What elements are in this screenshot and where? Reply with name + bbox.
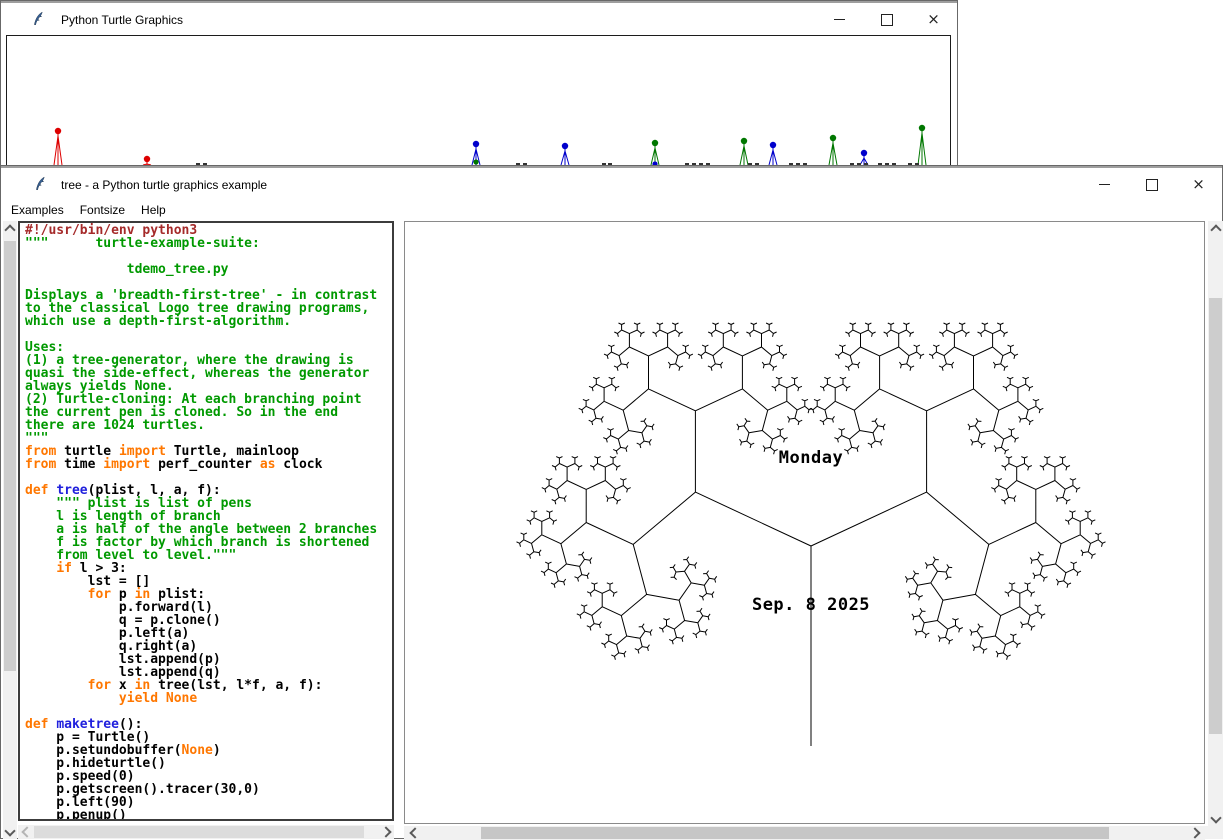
chevron-left-icon [409,827,420,838]
scrollbar-corner [1205,826,1223,839]
chevron-right-icon [380,826,391,837]
fg-titlebar[interactable]: tree - a Python turtle graphics example … [1,168,1222,201]
scroll-down-arrow[interactable] [3,825,17,839]
turtle-canvas: Monday Sep. 8 2025 [405,222,1204,823]
panel-sash[interactable] [394,221,404,824]
code-text: #!/usr/bin/env python3""" turtle-example… [20,223,392,821]
code-line: tdemo_tree.py [25,263,392,276]
tk-feather-icon [31,11,47,27]
scroll-down-arrow[interactable] [1208,812,1223,826]
chevron-down-icon [1210,812,1221,823]
maximize-icon [881,14,893,26]
menu-help[interactable]: Help [141,203,166,217]
chevron-down-icon [4,825,15,836]
code-line: """ turtle-example-suite: [25,237,392,250]
tk-feather-icon [33,176,49,192]
menubar: Examples Fontsize Help [1,201,1222,219]
chevron-up-icon [4,224,15,235]
scroll-up-arrow[interactable] [3,221,17,235]
scroll-up-arrow[interactable] [1208,221,1223,235]
scrollbar-thumb[interactable] [481,827,1109,839]
code-line: there are 1024 turtles. [25,419,392,432]
code-line: p.penup() [25,809,392,821]
canvas-vertical-scrollbar[interactable] [1208,221,1223,826]
scroll-left-arrow[interactable] [406,826,420,840]
chevron-right-icon [1189,827,1200,838]
fg-minimize-button[interactable] [1081,168,1128,201]
scrollbar-thumb[interactable] [1209,298,1222,734]
mini-canvas-svg [7,36,950,174]
turtle-tree-svg [405,222,1204,823]
turtledemo-window: tree - a Python turtle graphics example … [0,165,1223,839]
minimize-icon [1099,184,1110,185]
scrollbar-thumb[interactable] [34,826,364,838]
fg-close-button[interactable]: × [1175,168,1222,201]
chevron-left-icon [21,826,32,837]
bg-titlebar[interactable]: Python Turtle Graphics × [1,3,957,36]
fg-maximize-button[interactable] [1128,168,1175,201]
code-pane[interactable]: #!/usr/bin/env python3""" turtle-example… [18,221,394,821]
chevron-up-icon [1210,224,1221,235]
close-icon: × [1192,177,1205,192]
code-vertical-scrollbar[interactable] [3,221,17,839]
scroll-right-arrow[interactable] [380,825,394,839]
scroll-right-arrow[interactable] [1189,826,1203,840]
menu-examples[interactable]: Examples [11,203,64,217]
turtle-canvas-text: Sep. 8 2025 [752,595,870,615]
code-line: from time import perf_counter as clock [25,458,392,471]
fg-window-title: tree - a Python turtle graphics example [61,178,267,192]
bg-window-title: Python Turtle Graphics [61,13,183,27]
close-icon: × [927,12,940,27]
canvas-horizontal-scrollbar[interactable] [404,826,1205,840]
code-line [25,328,392,341]
bg-minimize-button[interactable] [816,3,863,36]
bg-turtle-canvas [6,35,951,175]
bg-maximize-button[interactable] [863,3,910,36]
turtle-canvas-text: Monday [779,448,843,468]
scrollbar-thumb[interactable] [4,241,16,671]
canvas-pane: Monday Sep. 8 2025 [404,221,1205,824]
code-horizontal-scrollbar[interactable] [18,825,394,839]
code-line: which use a depth-first-algorithm. [25,315,392,328]
bg-close-button[interactable]: × [910,3,957,36]
maximize-icon [1146,179,1158,191]
minimize-icon [834,19,845,20]
background-window: Python Turtle Graphics × [0,0,958,171]
code-line: yield None [25,692,392,705]
scroll-left-arrow[interactable] [18,825,32,839]
menu-fontsize[interactable]: Fontsize [80,203,125,217]
